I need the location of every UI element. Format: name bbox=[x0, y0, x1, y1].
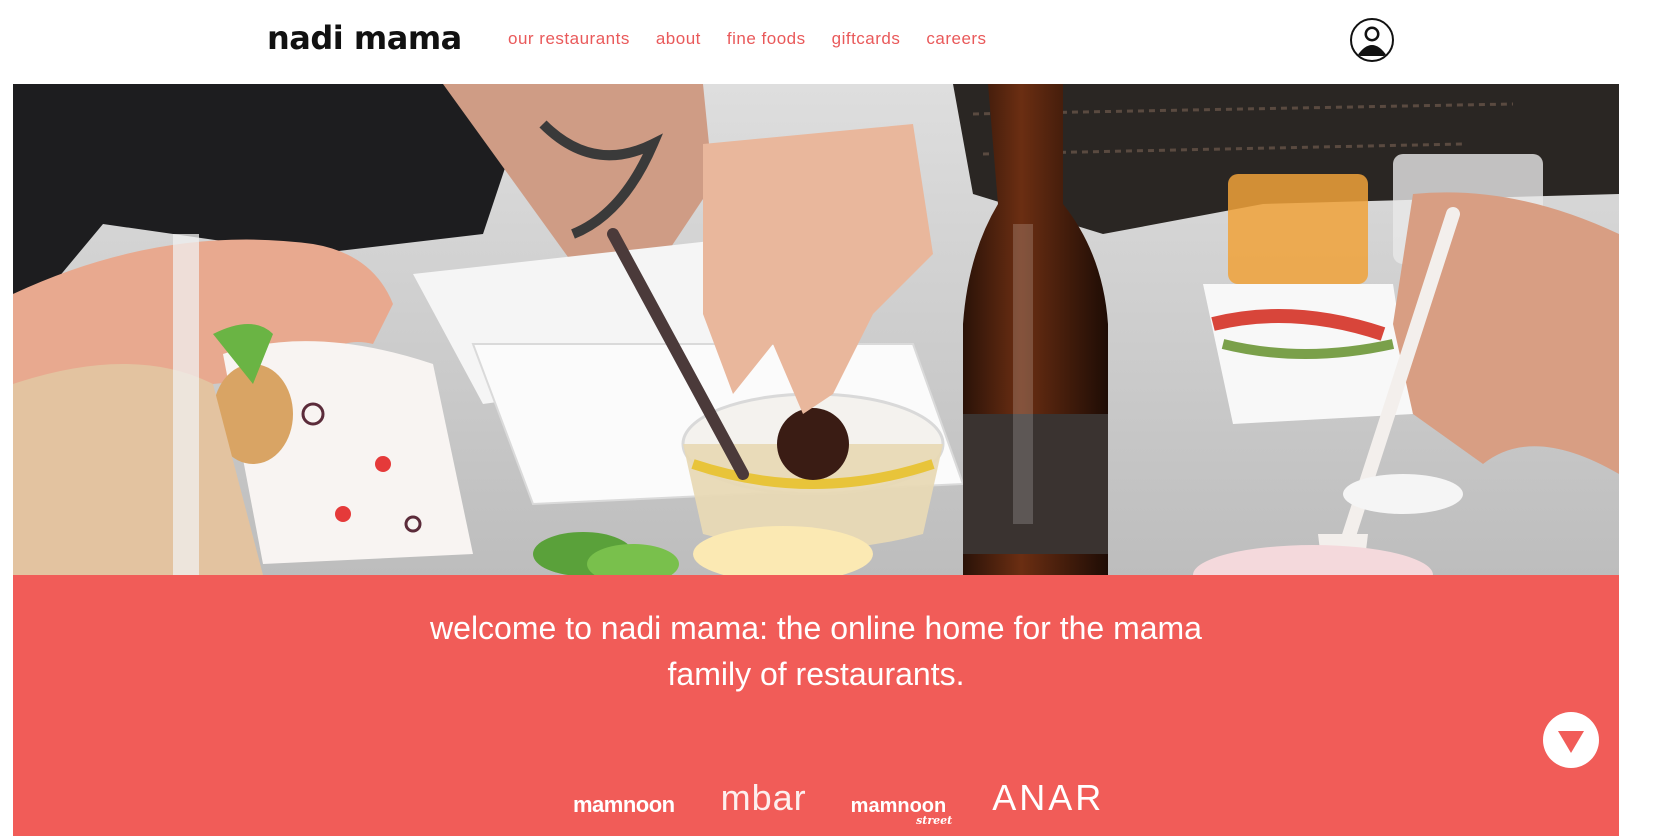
welcome-text: welcome to nadi mama: the online home fo… bbox=[13, 605, 1619, 697]
user-account-icon[interactable] bbox=[1350, 18, 1394, 62]
brand-mamnoon[interactable]: mamnoon bbox=[573, 794, 675, 816]
nav-careers[interactable]: careers bbox=[926, 28, 986, 50]
welcome-line-1: welcome to nadi mama: the online home fo… bbox=[430, 610, 1202, 646]
brand-street-sub: street bbox=[916, 814, 953, 827]
nav-about[interactable]: about bbox=[656, 28, 701, 50]
welcome-line-2: family of restaurants. bbox=[667, 656, 965, 692]
chevron-down-icon[interactable] bbox=[1543, 712, 1599, 768]
main-nav: our restaurants about fine foods giftcar… bbox=[508, 28, 987, 50]
welcome-band: welcome to nadi mama: the online home fo… bbox=[13, 575, 1619, 836]
site-logo[interactable]: nadi mama bbox=[267, 18, 462, 58]
site-header: nadi mama our restaurants about fine foo… bbox=[0, 0, 1674, 84]
brand-anar[interactable]: ANAR bbox=[992, 780, 1104, 816]
brand-mbar[interactable]: mbar bbox=[721, 780, 807, 816]
nav-giftcards[interactable]: giftcards bbox=[832, 28, 901, 50]
hero-image bbox=[13, 84, 1619, 575]
nav-our-restaurants[interactable]: our restaurants bbox=[508, 28, 630, 50]
brand-mamnoon-street[interactable]: mamnoon street bbox=[851, 796, 953, 826]
brand-logos: mamnoon mbar mamnoon street ANAR bbox=[573, 772, 1150, 827]
nav-fine-foods[interactable]: fine foods bbox=[727, 28, 806, 50]
